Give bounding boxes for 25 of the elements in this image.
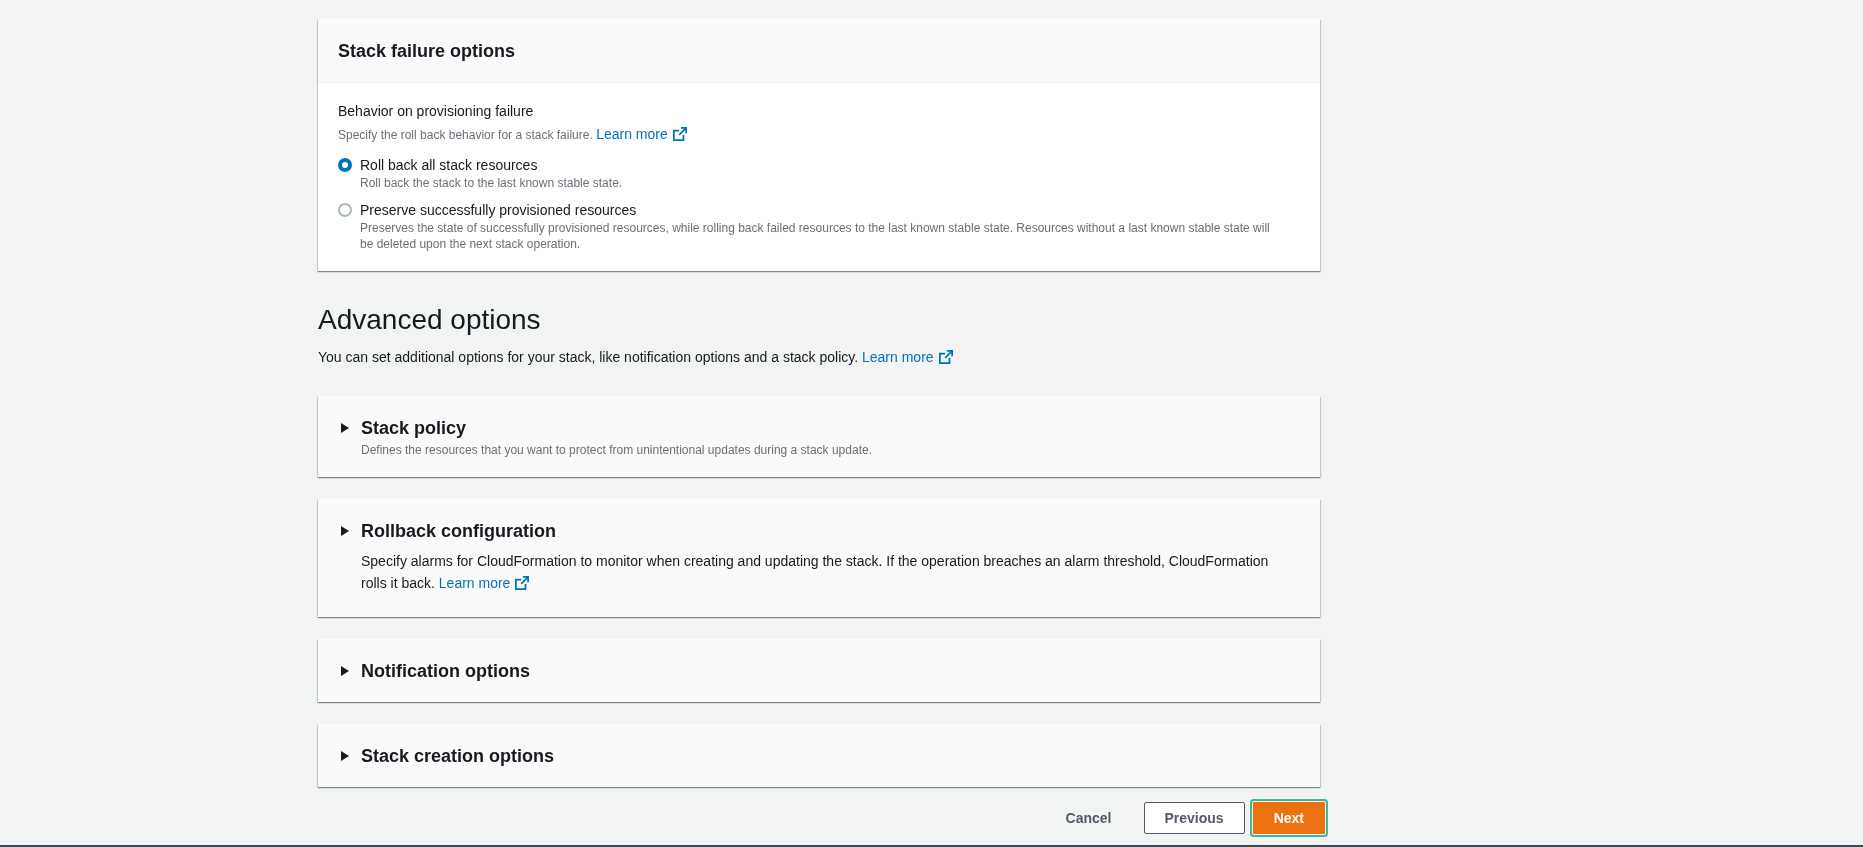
section-toggle[interactable]: Stack policy [341, 417, 467, 439]
cancel-button[interactable]: Cancel [1043, 802, 1134, 834]
field-description: Specify the roll back behavior for a stack failure. Learn more [338, 124, 1300, 145]
learn-more-link[interactable]: Learn more [862, 347, 953, 367]
radio-button[interactable] [338, 158, 352, 172]
radio-label: Preserve successfully provisioned resources [360, 201, 638, 220]
external-link-icon [672, 127, 687, 141]
radio-button[interactable] [338, 203, 352, 217]
section-toggle[interactable]: Rollback configuration [341, 520, 556, 542]
learn-more-link[interactable]: Learn more [438, 572, 530, 594]
radio-label: Roll back all stack resources [360, 156, 539, 175]
learn-more-link[interactable]: Learn more [596, 124, 687, 144]
external-link-icon [938, 350, 953, 364]
section-intro: You can set additional options for your stack, like notification options and a stack policy. Learn more [318, 347, 1320, 367]
section-heading: Advanced options [318, 303, 542, 337]
radio-description: Preserves the state of successfully provisioned resources, while rolling back failed resources to the last known stable state. Resources without a last known stable state will be deleted upon the next stack operation. [360, 220, 1271, 252]
external-link-icon [515, 576, 530, 590]
section-toggle[interactable]: Notification options [341, 660, 530, 682]
field-label: Behavior on provisioning failure [338, 102, 535, 121]
card-title: Stack failure options [338, 39, 516, 62]
previous-button[interactable]: Previous [1143, 802, 1245, 834]
radio-description: Roll back the stack to the last known stable state. [360, 175, 624, 191]
section-description: Defines the resources that you want to protect from unintentional updates during a stack update. [361, 442, 873, 458]
section-description: Specify alarms for CloudFormation to monitor when creating and updating the stack. If the operation breaches an alarm threshold, CloudFormation rolls it back. Learn more [361, 550, 1286, 594]
section-toggle[interactable]: Stack creation options [341, 745, 555, 767]
